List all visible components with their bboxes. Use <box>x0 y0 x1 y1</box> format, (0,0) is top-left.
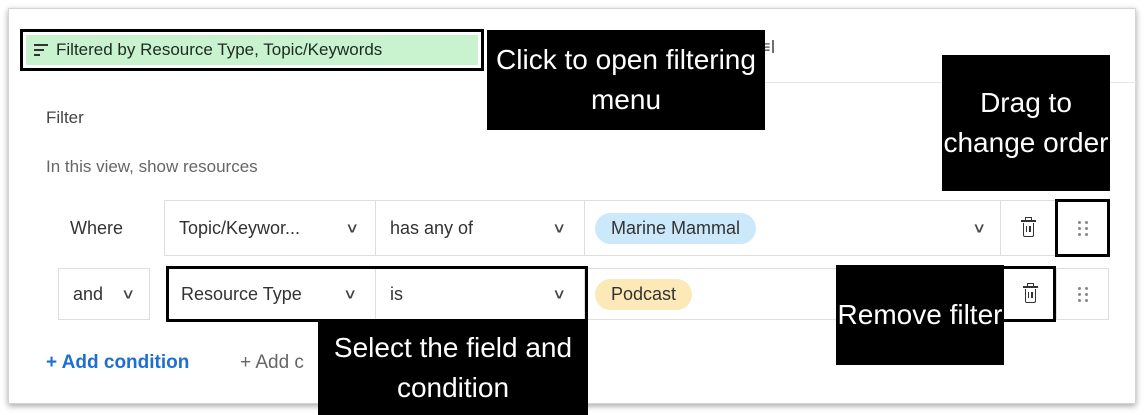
chevron-down-icon: ∨ <box>344 219 360 236</box>
callout-select-field: Select the field and condition <box>318 320 588 415</box>
drag-handle-icon <box>1077 286 1088 302</box>
filter-chip-label: Filtered by Resource Type, Topic/Keyword… <box>56 40 383 59</box>
conjunction-select[interactable]: and ∨ <box>58 268 150 320</box>
callout-remove-filter: Remove filter <box>836 265 1004 365</box>
conjunction-label: Where <box>70 217 124 238</box>
filter-chip[interactable]: Filtered by Resource Type, Topic/Keyword… <box>26 35 478 65</box>
drag-handle[interactable] <box>1056 268 1109 320</box>
conjunction-label: and <box>73 283 104 304</box>
chevron-down-icon: ∨ <box>120 285 136 302</box>
add-group-link[interactable]: + Add c <box>240 352 304 374</box>
value-pill: Podcast <box>595 278 693 310</box>
panel-subtitle: In this view, show resources <box>46 157 258 176</box>
field-condition-highlight <box>166 266 588 322</box>
drag-handle-highlight <box>1055 199 1110 257</box>
callout-open-menu: Click to open filtering menu <box>487 30 765 130</box>
field-select[interactable]: Topic/Keywor... ∨ <box>164 200 376 256</box>
add-condition-link[interactable]: + Add condition <box>46 352 189 374</box>
filter-lines-icon <box>34 44 48 56</box>
value-pill: Marine Mammal <box>595 212 757 244</box>
remove-filter-highlight <box>1001 266 1056 322</box>
trash-icon <box>1020 216 1036 237</box>
operator-select[interactable]: has any of ∨ <box>375 200 585 256</box>
operator-label: has any of <box>390 217 474 238</box>
chevron-down-icon: ∨ <box>551 219 567 236</box>
filter-chip-highlight[interactable]: Filtered by Resource Type, Topic/Keyword… <box>20 29 484 71</box>
remove-condition-button[interactable] <box>1000 200 1056 256</box>
value-select[interactable]: Marine Mammal ∨ <box>584 200 1001 256</box>
field-label: Topic/Keywor... <box>179 217 301 238</box>
condition-conjunction-where: Where <box>46 200 163 256</box>
chevron-down-icon: ∨ <box>971 219 987 236</box>
panel-title: Filter <box>46 108 84 127</box>
callout-drag-order: Drag to change order <box>942 55 1110 191</box>
